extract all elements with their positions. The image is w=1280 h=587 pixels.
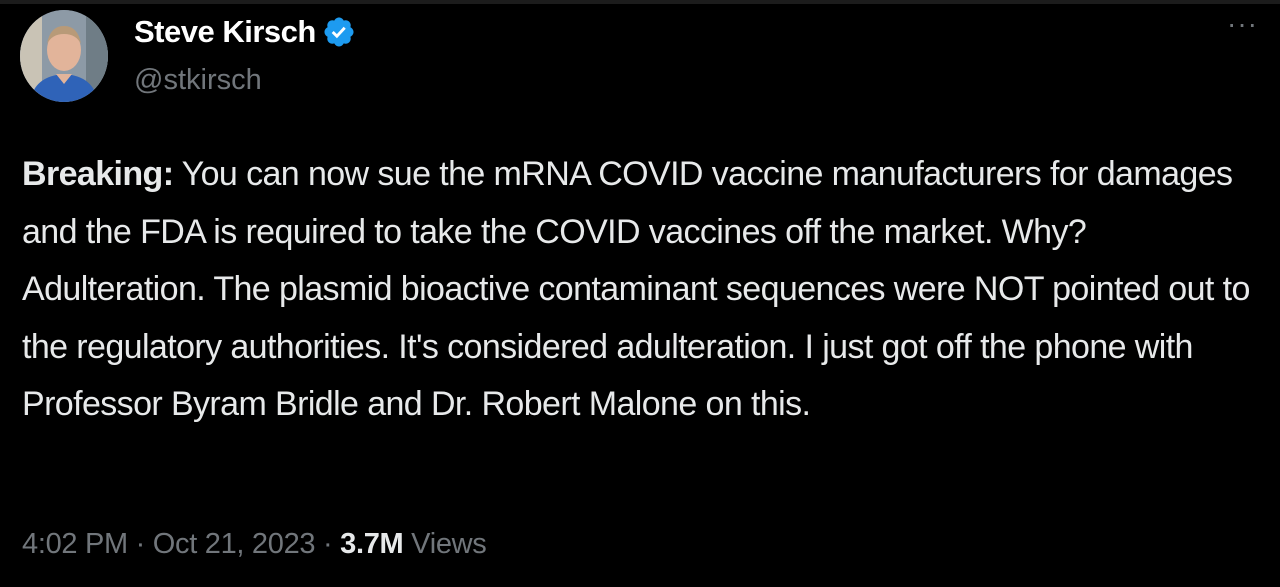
views-label: Views <box>411 528 487 560</box>
meta-separator: · <box>315 528 341 560</box>
tweet-body: You can now sue the mRNA COVID vaccine m… <box>22 155 1250 423</box>
author-handle[interactable]: @stkirsch <box>134 64 262 97</box>
ellipsis-icon[interactable]: ··· <box>1227 8 1258 40</box>
author-row: Steve Kirsch <box>134 14 356 50</box>
tweet-text: Breaking: You can now sue the mRNA COVID… <box>22 146 1252 434</box>
views-count[interactable]: 3.7M <box>340 528 404 560</box>
avatar-photo <box>20 10 108 102</box>
verified-badge-icon <box>324 17 354 47</box>
tweet-lead: Breaking: <box>22 155 174 193</box>
tweet-time[interactable]: 4:02 PM <box>22 528 128 560</box>
avatar[interactable] <box>20 10 108 102</box>
tweet-date[interactable]: Oct 21, 2023 <box>153 528 316 560</box>
author-name[interactable]: Steve Kirsch <box>134 14 316 50</box>
tweet-card[interactable]: Steve Kirsch @stkirsch ··· Breaking: You… <box>0 0 1280 587</box>
meta-separator: · <box>127 528 153 560</box>
tweet-meta: 4:02 PM · Oct 21, 2023 · 3.7M Views <box>22 528 487 561</box>
